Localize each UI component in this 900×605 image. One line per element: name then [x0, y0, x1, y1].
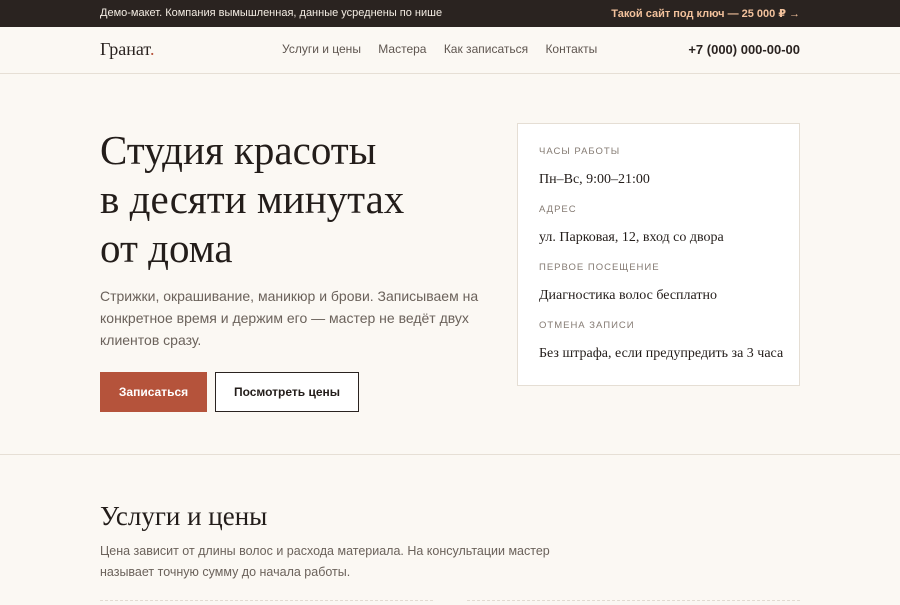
site-header: Гранат. Услуги и цены Мастера Как записа… [0, 27, 900, 74]
hero-title-line: Студия красоты [100, 127, 377, 173]
logo-dot: . [149, 39, 155, 59]
logo-text: Гранат [100, 39, 150, 59]
main-nav: Услуги и цены Мастера Как записаться Кон… [282, 42, 611, 56]
info-label-first-visit: Первое посещение [539, 262, 660, 273]
section-divider [0, 454, 900, 455]
info-value-first-visit: Диагностика волос бесплатно [539, 288, 718, 303]
book-button[interactable]: Записаться [100, 372, 207, 412]
offer-text: Такой сайт под ключ — 25 000 ₽ [611, 8, 786, 20]
demo-topbar: Демо-макет. Компания вымышленная, данные… [0, 0, 900, 27]
hero-description: Стрижки, окрашивание, маникюр и брови. З… [100, 288, 479, 348]
hero-title: Студия красоты в десяти минутах от дома [100, 126, 500, 273]
view-prices-button[interactable]: Посмотреть цены [215, 372, 359, 412]
nav-how-to-book[interactable]: Как записаться [444, 42, 528, 56]
logo[interactable]: Гранат. [100, 39, 154, 60]
info-label-address: Адрес [539, 204, 577, 215]
nav-services[interactable]: Услуги и цены [282, 42, 361, 56]
hero-title-line: от дома [100, 225, 233, 271]
phone-link[interactable]: +7 (000) 000-00-00 [688, 42, 800, 57]
service-card-edge [467, 600, 800, 605]
offer-link[interactable]: Такой сайт под ключ — 25 000 ₽ → [611, 7, 800, 20]
services-title: Услуги и цены [100, 501, 268, 531]
info-label-cancellation: Отмена записи [539, 320, 635, 331]
info-label-hours: Часы работы [539, 146, 621, 157]
nav-contacts[interactable]: Контакты [545, 42, 597, 56]
info-value-hours: Пн–Вс, 9:00–21:00 [539, 172, 650, 187]
service-card-edge [100, 600, 433, 605]
services-description: Цена зависит от длины волос и расхода ма… [100, 544, 550, 579]
info-card: Часы работы Пн–Вс, 9:00–21:00 Адрес ул. … [517, 123, 800, 386]
nav-masters[interactable]: Мастера [378, 42, 426, 56]
info-value-cancellation: Без штрафа, если предупредить за 3 часа [539, 346, 784, 361]
hero-title-line: в десяти минутах [100, 176, 405, 222]
demo-note: Демо-макет. Компания вымышленная, данные… [100, 7, 443, 19]
arrow-right-icon: → [789, 8, 800, 20]
info-value-address: ул. Парковая, 12, вход со двора [539, 230, 724, 245]
